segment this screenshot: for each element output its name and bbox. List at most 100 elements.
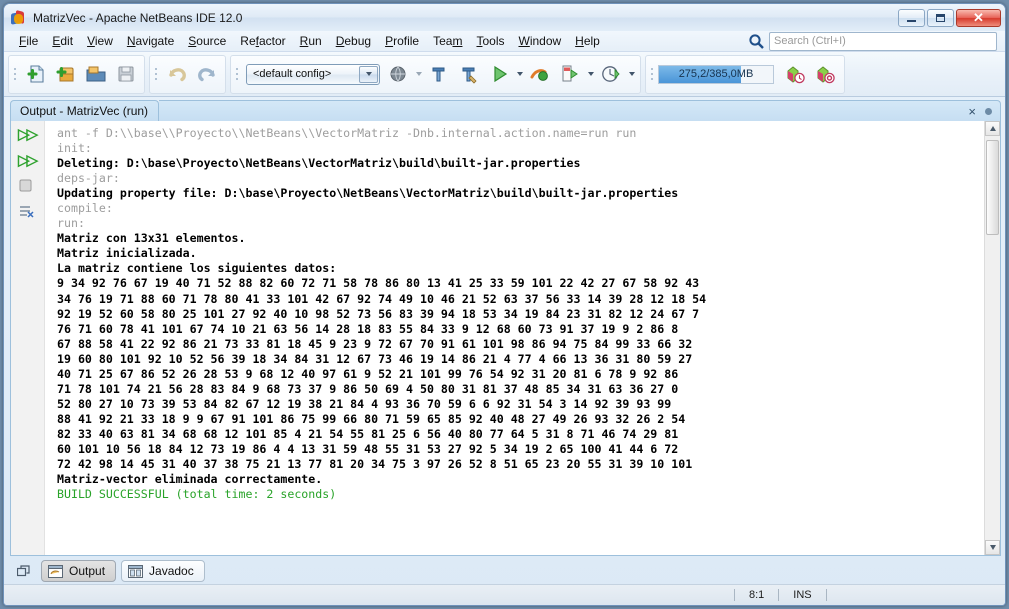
toolbar-group-run: <default config> xyxy=(230,54,641,94)
build-project-button[interactable] xyxy=(424,58,454,91)
run-project-dropdown[interactable] xyxy=(514,58,525,91)
menu-team[interactable]: Team xyxy=(426,32,469,50)
bottom-tab-javadoc[interactable]: Javadoc xyxy=(121,560,205,582)
toolbar-grip-run[interactable] xyxy=(235,63,240,85)
console-line: Deleting: D:\base\Proyecto\NetBeans\Vect… xyxy=(57,156,581,171)
memory-gc-button[interactable] xyxy=(780,58,810,91)
menu-file-rest: ile xyxy=(26,34,39,48)
toolbar-grip-edit[interactable] xyxy=(154,63,159,85)
console-line: La matriz contiene los siguientes datos: xyxy=(57,261,337,276)
save-all-button[interactable] xyxy=(111,58,141,91)
memory-label: 275,2/385,0MB xyxy=(678,68,754,80)
menu-tools[interactable]: Tools xyxy=(469,32,511,50)
menu-edit[interactable]: Edit xyxy=(45,32,80,50)
menu-source[interactable]: Source xyxy=(181,32,233,50)
netbeans-main-window: MatrizVec - Apache NetBeans IDE 12.0 ✕ F… xyxy=(3,3,1006,606)
menu-bar: File Edit View Navigate Source Refactor … xyxy=(4,31,1005,52)
output-window-icon xyxy=(48,564,63,578)
output-tab[interactable]: Output - MatrizVec (run) xyxy=(10,100,160,121)
toolbar-grip[interactable] xyxy=(13,63,18,85)
project-config-value: <default config> xyxy=(253,68,332,80)
menu-debug[interactable]: Debug xyxy=(329,32,378,50)
console-line: Matriz-vector eliminada correctamente. xyxy=(57,472,323,487)
project-config-select[interactable]: <default config> xyxy=(246,63,380,85)
clean-and-build-button[interactable] xyxy=(454,58,484,91)
menu-file[interactable]: File xyxy=(12,32,45,50)
team-history-button[interactable] xyxy=(596,58,626,91)
undo-button[interactable] xyxy=(162,58,192,91)
bottom-tab-javadoc-label: Javadoc xyxy=(149,564,194,578)
menu-profile[interactable]: Profile xyxy=(378,32,426,50)
console-line: 40 71 25 67 86 52 26 28 53 9 68 12 40 97… xyxy=(57,366,679,381)
console-line: deps-jar: xyxy=(57,171,120,186)
minimize-button[interactable] xyxy=(898,8,925,27)
debug-project-button[interactable] xyxy=(525,58,555,91)
profile-project-button[interactable] xyxy=(555,58,585,91)
output-tab-label: Output - MatrizVec (run) xyxy=(20,104,149,118)
minimize-window-group-icon[interactable] xyxy=(14,562,34,580)
search-icon[interactable] xyxy=(748,33,765,50)
memory-meter[interactable]: 275,2/385,0MB xyxy=(658,64,774,84)
scroll-down-button[interactable] xyxy=(985,540,1000,555)
open-in-browser-dropdown[interactable] xyxy=(413,58,424,91)
open-project-button[interactable] xyxy=(81,58,111,91)
toolbar-grip-memory[interactable] xyxy=(650,63,655,85)
output-vertical-scrollbar[interactable] xyxy=(984,121,1000,555)
menu-run[interactable]: Run xyxy=(293,32,329,50)
rerun-with-different-params-icon[interactable]: ▷▷ xyxy=(18,152,38,169)
console-output[interactable]: ant -f D:\\base\\Proyecto\\NetBeans\\Vec… xyxy=(45,121,984,555)
javadoc-window-icon xyxy=(128,564,144,578)
close-icon[interactable]: × xyxy=(968,105,976,118)
output-tab-row: Output - MatrizVec (run) × xyxy=(10,100,1001,121)
redo-button[interactable] xyxy=(192,58,222,91)
menu-navigate[interactable]: Navigate xyxy=(120,32,181,50)
close-button[interactable]: ✕ xyxy=(956,8,1001,27)
run-project-button[interactable] xyxy=(484,58,514,91)
output-tab-fill: × xyxy=(159,100,1001,121)
console-line: ant -f D:\\base\\Proyecto\\NetBeans\\Vec… xyxy=(57,126,637,140)
scrollbar-thumb[interactable] xyxy=(986,140,999,235)
console-line: Matriz inicializada. xyxy=(57,246,197,261)
search-input[interactable]: Search (Ctrl+I) xyxy=(769,31,997,51)
console-line: BUILD SUCCESSFUL (total time: 2 seconds) xyxy=(57,487,337,502)
scroll-up-button[interactable] xyxy=(985,121,1000,136)
menu-window[interactable]: Window xyxy=(511,32,568,50)
caret-position: 8:1 xyxy=(749,589,765,601)
team-history-dropdown[interactable] xyxy=(626,58,637,91)
bottom-tab-bar: Output Javadoc xyxy=(10,558,1001,584)
clear-icon[interactable] xyxy=(18,204,37,221)
maximize-window-icon[interactable] xyxy=(985,107,992,115)
stop-icon[interactable] xyxy=(18,178,37,195)
menu-view[interactable]: View xyxy=(80,32,120,50)
toolbar-group-file xyxy=(8,54,145,94)
menu-help[interactable]: Help xyxy=(568,32,607,50)
console-text: ant -f D:\\base\\Proyecto\\NetBeans\\Vec… xyxy=(57,126,984,502)
menu-refactor[interactable]: Refactor xyxy=(233,32,292,50)
open-in-browser-button[interactable] xyxy=(383,58,413,91)
output-gutter: ▷▷ ▷▷ xyxy=(11,121,45,555)
main-toolbar: <default config> 275,2/385,0MB xyxy=(4,52,1005,97)
console-line: Updating property file: D:\base\Proyecto… xyxy=(57,186,679,201)
console-line: compile: xyxy=(57,201,113,216)
maximize-button[interactable] xyxy=(927,8,954,27)
profile-project-dropdown[interactable] xyxy=(585,58,596,91)
console-line: 52 80 27 10 73 39 53 84 82 67 12 19 38 2… xyxy=(57,396,672,411)
console-line: 72 42 98 14 45 31 40 37 38 75 21 13 77 8… xyxy=(57,457,693,472)
toolbar-group-edit xyxy=(149,54,226,94)
insert-mode-indicator: INS xyxy=(793,589,812,601)
bottom-tab-output[interactable]: Output xyxy=(41,560,117,582)
output-window: Output - MatrizVec (run) × ▷▷ ▷▷ ant -f … xyxy=(10,100,1001,556)
bottom-tab-output-label: Output xyxy=(69,564,106,578)
console-line: run: xyxy=(57,216,85,231)
console-line: 88 41 92 21 33 18 9 9 67 91 101 86 75 99… xyxy=(57,411,686,426)
new-project-button[interactable] xyxy=(51,58,81,91)
rerun-icon[interactable]: ▷▷ xyxy=(18,126,38,143)
console-line: 9 34 92 76 67 19 40 71 52 88 82 60 72 71… xyxy=(57,276,700,291)
memory-dump-button[interactable] xyxy=(810,58,840,91)
status-separator-3 xyxy=(825,589,827,601)
new-file-button[interactable] xyxy=(21,58,51,91)
console-line: 67 88 58 41 22 92 86 21 73 33 81 18 45 9… xyxy=(57,336,693,351)
scrollbar-track[interactable] xyxy=(985,136,1000,540)
chevron-down-icon[interactable] xyxy=(359,65,378,83)
toolbar-group-memory: 275,2/385,0MB xyxy=(645,54,845,94)
